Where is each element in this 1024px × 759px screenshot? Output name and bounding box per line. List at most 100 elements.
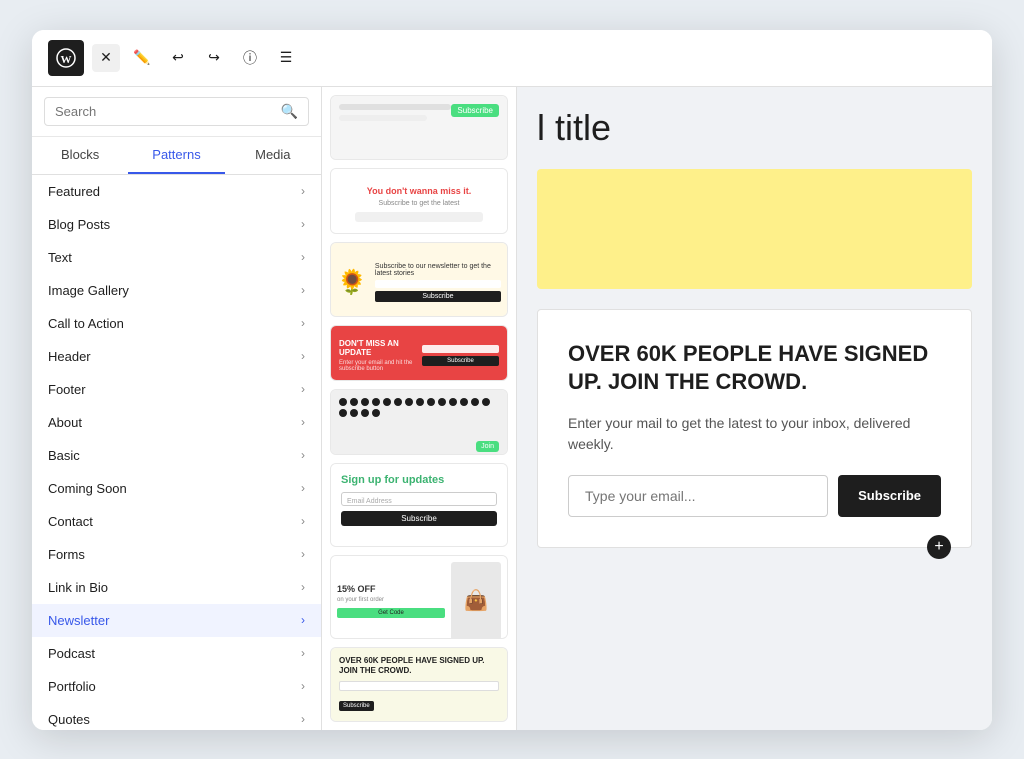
pat8-input — [339, 681, 499, 691]
dot — [372, 409, 380, 417]
sidebar-item-image-gallery[interactable]: Image Gallery › — [32, 274, 321, 307]
sidebar-item-footer[interactable]: Footer › — [32, 373, 321, 406]
sidebar-tabs: Blocks Patterns Media — [32, 137, 321, 175]
page-title: l title — [537, 107, 972, 149]
pat1-line2 — [339, 115, 427, 121]
pattern-card-6[interactable]: Sign up for updates Email Address Subscr… — [330, 463, 508, 547]
sidebar-item-newsletter[interactable]: Newsletter › — [32, 604, 321, 637]
newsletter-preview-block: OVER 60K PEOPLE HAVE SIGNED UP. JOIN THE… — [537, 309, 972, 548]
pat4-sub: Enter your email and hit the subscribe b… — [339, 360, 416, 372]
dot — [361, 398, 369, 406]
canvas-inner: l title OVER 60K PEOPLE HAVE SIGNED UP. … — [517, 87, 992, 730]
sidebar-item-featured[interactable]: Featured › — [32, 175, 321, 208]
add-block-button[interactable]: + — [927, 535, 951, 559]
tab-blocks[interactable]: Blocks — [32, 137, 128, 174]
pattern-card-3[interactable]: 🌻 Subscribe to our newsletter to get the… — [330, 242, 508, 317]
search-icon: 🔍 — [281, 103, 298, 119]
pat1-button: Subscribe — [451, 104, 499, 117]
pattern-card-8[interactable]: OVER 60K PEOPLE HAVE SIGNED UP. JOIN THE… — [330, 647, 508, 722]
chevron-icon: › — [301, 316, 305, 330]
sidebar-item-label: Footer — [48, 382, 86, 397]
pat4-left: DON'T MISS AN UPDATE Enter your email an… — [339, 339, 416, 372]
newsletter-form-row: Subscribe — [568, 475, 941, 517]
sidebar-list: Featured › Blog Posts › Text › Image Gal… — [32, 175, 321, 730]
pat3-email — [375, 280, 501, 288]
pat6-input-text: Email Address — [347, 495, 491, 509]
undo-button[interactable]: ↩ — [164, 44, 192, 72]
sidebar-item-about[interactable]: About › — [32, 406, 321, 439]
dots-grid — [339, 398, 499, 417]
pat2-title: You don't wanna miss it. — [367, 186, 471, 196]
pattern-card-2[interactable]: You don't wanna miss it. Subscribe to ge… — [330, 168, 508, 234]
pat7-button: Get Code — [337, 608, 445, 618]
pat8-title: OVER 60K PEOPLE HAVE SIGNED UP. JOIN THE… — [339, 656, 499, 677]
chevron-icon: › — [301, 547, 305, 561]
pat2-input — [355, 212, 483, 222]
tab-patterns[interactable]: Patterns — [128, 137, 224, 174]
sidebar-item-label: Text — [48, 250, 72, 265]
chevron-icon: › — [301, 448, 305, 462]
sidebar-item-label: Forms — [48, 547, 85, 562]
search-bar: 🔍 — [32, 87, 321, 137]
chevron-icon: › — [301, 250, 305, 264]
sidebar-item-forms[interactable]: Forms › — [32, 538, 321, 571]
dot — [460, 398, 468, 406]
info-button[interactable]: ⓘ — [236, 44, 264, 72]
close-button[interactable]: ✕ — [92, 44, 120, 72]
pat4-input — [422, 345, 499, 353]
sidebar-item-call-to-action[interactable]: Call to Action › — [32, 307, 321, 340]
pattern-card-4[interactable]: DON'T MISS AN UPDATE Enter your email an… — [330, 325, 508, 382]
sidebar-item-header[interactable]: Header › — [32, 340, 321, 373]
pat2-sub: Subscribe to get the latest — [379, 200, 460, 207]
search-input[interactable] — [55, 104, 281, 119]
sidebar-item-label: Image Gallery — [48, 283, 129, 298]
dot — [339, 398, 347, 406]
pattern-card-7[interactable]: 15% OFF on your first order Get Code 👜 — [330, 555, 508, 639]
sidebar-item-blog-posts[interactable]: Blog Posts › — [32, 208, 321, 241]
tab-media[interactable]: Media — [225, 137, 321, 174]
sidebar-item-contact[interactable]: Contact › — [32, 505, 321, 538]
dot — [416, 398, 424, 406]
sidebar-item-basic[interactable]: Basic › — [32, 439, 321, 472]
wp-logo: W — [48, 40, 84, 76]
pattern-card-1[interactable]: Subscribe — [330, 95, 508, 161]
chevron-icon: › — [301, 217, 305, 231]
sidebar-item-label: Featured — [48, 184, 100, 199]
pat6-input: Email Address — [341, 492, 497, 506]
canvas-area: l title OVER 60K PEOPLE HAVE SIGNED UP. … — [517, 87, 992, 730]
sidebar-item-text[interactable]: Text › — [32, 241, 321, 274]
sidebar-item-portfolio[interactable]: Portfolio › — [32, 670, 321, 703]
sidebar-item-podcast[interactable]: Podcast › — [32, 637, 321, 670]
chevron-icon: › — [301, 712, 305, 726]
pat4-right: Subscribe — [422, 345, 499, 366]
sidebar-item-coming-soon[interactable]: Coming Soon › — [32, 472, 321, 505]
pat7-left: 15% OFF on your first order Get Code — [337, 562, 445, 639]
pattern-preview-1: Subscribe — [331, 96, 507, 161]
chevron-icon: › — [301, 580, 305, 594]
pat3-icon: 🌻 — [337, 268, 367, 297]
newsletter-headline: OVER 60K PEOPLE HAVE SIGNED UP. JOIN THE… — [568, 340, 941, 397]
sidebar-item-link-in-bio[interactable]: Link in Bio › — [32, 571, 321, 604]
list-button[interactable]: ☰ — [272, 44, 300, 72]
pat3-text: Subscribe to our newsletter to get the l… — [375, 263, 501, 277]
chevron-icon: › — [301, 283, 305, 297]
redo-button[interactable]: ↪ — [200, 44, 228, 72]
pattern-preview-3: 🌻 Subscribe to our newsletter to get the… — [331, 243, 507, 317]
pattern-preview-6: Sign up for updates Email Address Subscr… — [331, 464, 507, 547]
svg-text:W: W — [61, 54, 72, 66]
email-input[interactable] — [568, 475, 828, 517]
search-button[interactable]: 🔍 — [281, 103, 298, 120]
subscribe-button[interactable]: Subscribe — [838, 475, 941, 517]
pattern-preview-2: You don't wanna miss it. Subscribe to ge… — [331, 169, 507, 234]
sidebar-item-label: About — [48, 415, 82, 430]
pencil-button[interactable]: ✏️ — [128, 44, 156, 72]
sidebar-item-label: Link in Bio — [48, 580, 108, 595]
pat5-button: Join — [476, 441, 499, 452]
dot — [449, 398, 457, 406]
chevron-icon: › — [301, 349, 305, 363]
pattern-card-5[interactable]: Join — [330, 389, 508, 455]
redo-icon: ↪ — [208, 49, 220, 66]
sidebar-item-quotes[interactable]: Quotes › — [32, 703, 321, 730]
chevron-icon: › — [301, 184, 305, 198]
pat6-button: Subscribe — [341, 511, 497, 526]
